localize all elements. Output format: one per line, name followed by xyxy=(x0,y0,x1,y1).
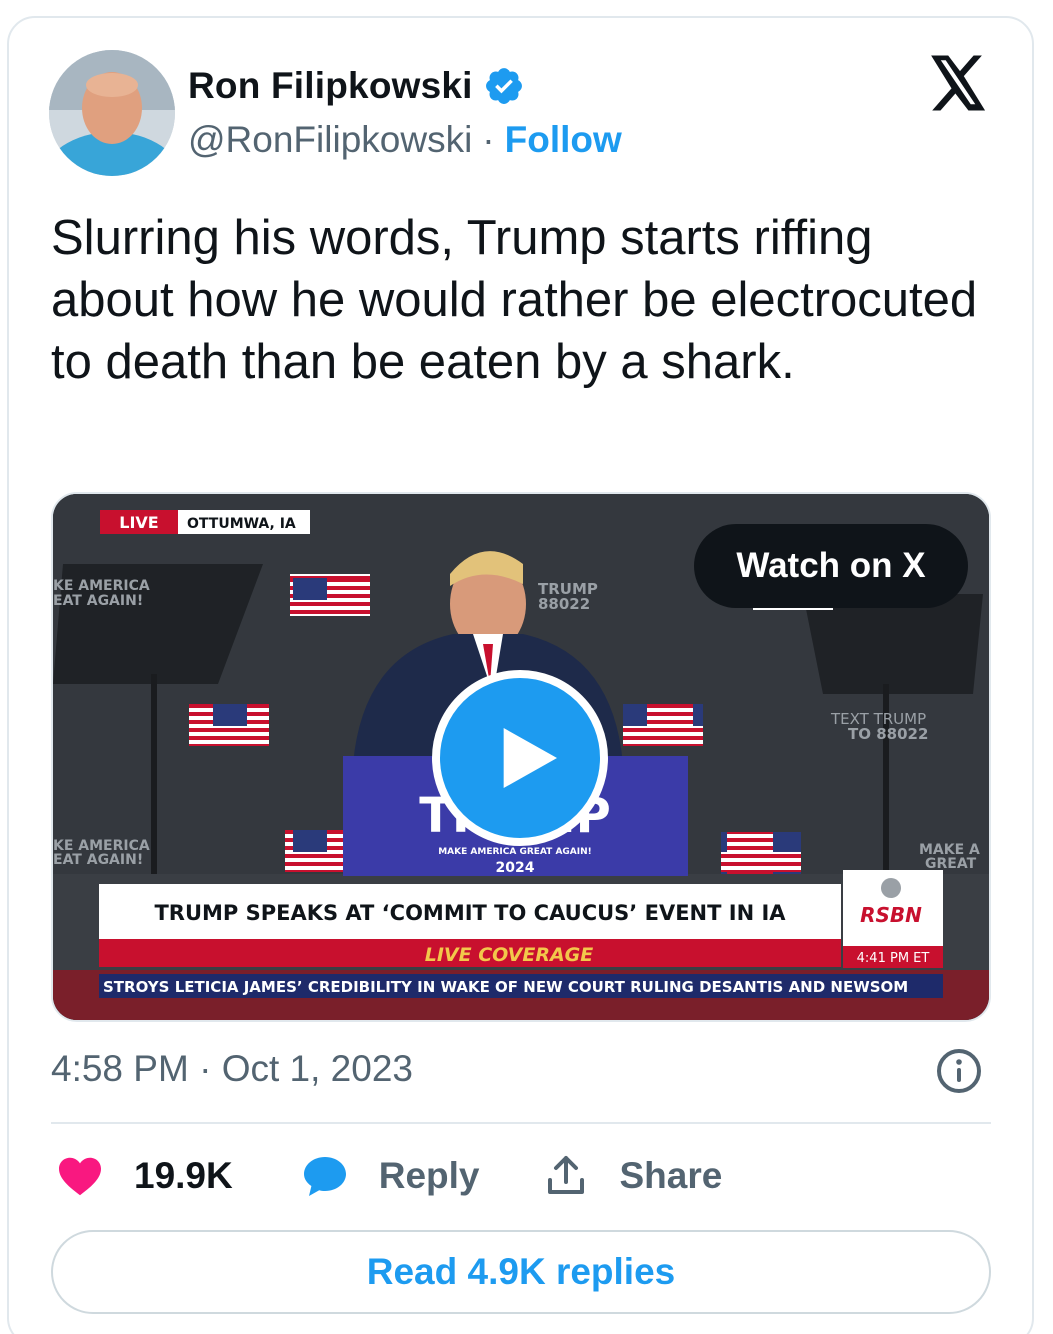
reply-label: Reply xyxy=(378,1155,480,1196)
lower-third-sub: LIVE COVERAGE xyxy=(425,944,594,966)
tweet-text: Slurring his words, Trump starts riffing… xyxy=(51,211,978,389)
speech-bubble-icon xyxy=(303,1157,346,1196)
timestamp[interactable]: 4:58 PM · Oct 1, 2023 xyxy=(51,1048,413,1090)
info-icon[interactable] xyxy=(935,1047,983,1095)
author-handle[interactable]: @RonFilipkowski xyxy=(188,119,472,161)
avatar[interactable] xyxy=(49,50,175,176)
svg-text:GREAT: GREAT xyxy=(925,856,977,872)
x-logo-icon[interactable] xyxy=(928,55,988,111)
author-handle-row: @RonFilipkowski · Follow xyxy=(188,118,622,162)
timestamp-separator: · xyxy=(188,1048,222,1089)
play-icon xyxy=(503,728,557,788)
reply-button[interactable]: Reply xyxy=(301,1152,480,1200)
live-badge: LIVE xyxy=(119,513,158,532)
verified-badge-icon xyxy=(485,68,522,104)
location-label: OTTUMWA, IA xyxy=(187,516,296,532)
lower-third-headline: TRUMP SPEAKS AT ‘COMMIT TO CAUCUS’ EVENT… xyxy=(154,901,786,925)
tweet-date: Oct 1, 2023 xyxy=(221,1048,413,1089)
svg-text:EAT AGAIN!: EAT AGAIN! xyxy=(53,593,143,609)
author-name[interactable]: Ron Filipkowski xyxy=(188,65,473,107)
heart-icon xyxy=(59,1157,101,1196)
action-bar: 19.9K Reply Share xyxy=(56,1148,722,1204)
share-upload-icon xyxy=(547,1156,584,1194)
watch-on-x-button[interactable]: Watch on X xyxy=(694,524,968,608)
author-name-row: Ron Filipkowski xyxy=(188,64,525,108)
svg-text:EAT AGAIN!: EAT AGAIN! xyxy=(53,852,143,868)
play-button[interactable] xyxy=(432,670,608,846)
share-button[interactable]: Share xyxy=(542,1152,723,1200)
ticker-text: STROYS LETICIA JAMES’ CREDIBILITY IN WAK… xyxy=(103,978,908,996)
svg-text:KE AMERICA: KE AMERICA xyxy=(53,578,150,594)
likes-count: 19.9K xyxy=(134,1155,233,1196)
divider xyxy=(51,1122,991,1124)
network-time: 4:41 PM ET xyxy=(857,951,930,966)
svg-text:88022: 88022 xyxy=(538,595,590,613)
share-label: Share xyxy=(619,1155,723,1196)
svg-text:MAKE AMERICA GREAT AGAIN!: MAKE AMERICA GREAT AGAIN! xyxy=(438,847,592,857)
svg-text:2024: 2024 xyxy=(496,860,535,876)
read-replies-button[interactable]: Read 4.9K replies xyxy=(51,1230,991,1314)
separator-dot: · xyxy=(482,119,495,160)
like-button[interactable]: 19.9K xyxy=(56,1152,233,1200)
network-logo: RSBN xyxy=(860,903,922,927)
tweet-time: 4:58 PM xyxy=(51,1048,189,1089)
follow-button[interactable]: Follow xyxy=(505,119,622,161)
svg-text:TO 88022: TO 88022 xyxy=(848,725,928,743)
